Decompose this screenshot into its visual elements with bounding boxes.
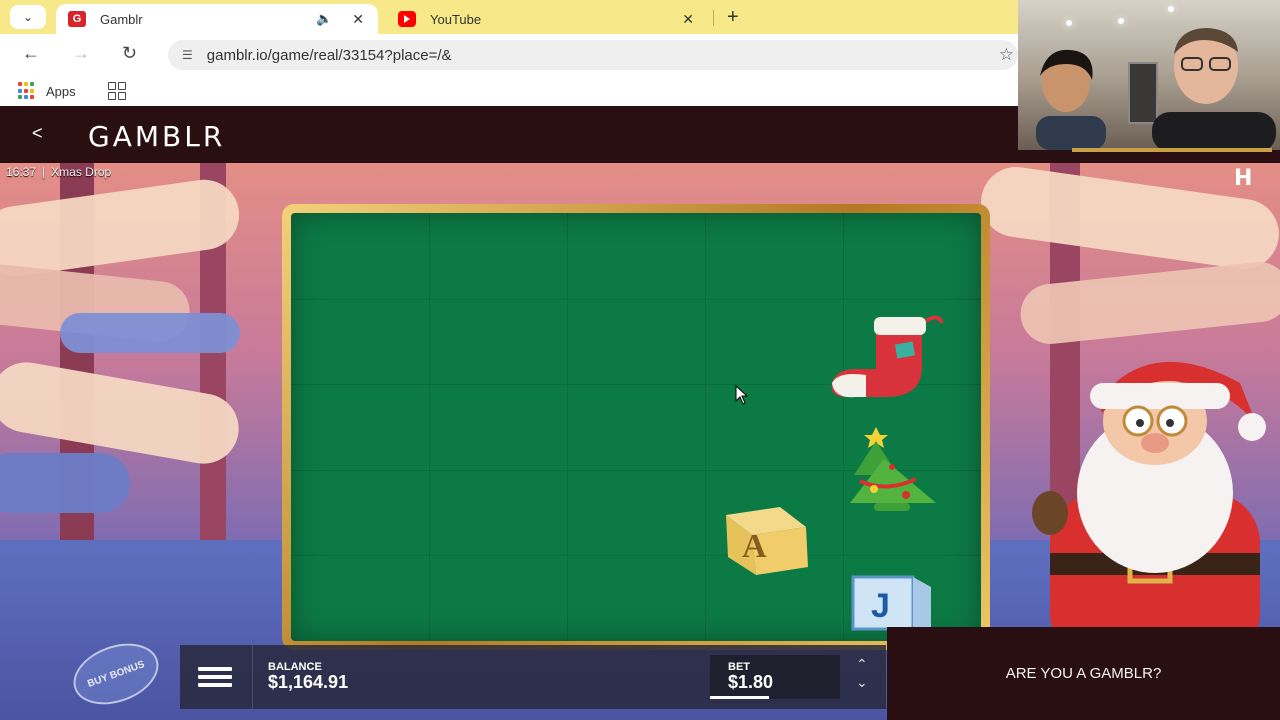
balance-value: $1,164.91 [268, 672, 349, 692]
site-settings-icon[interactable]: ☰ [182, 48, 193, 62]
game-hud: BALANCE $1,164.91 BET $1.80 ⌃ ⌄ [180, 645, 886, 709]
letter-block-a-icon: A [726, 507, 808, 575]
ceiling-light [1118, 18, 1124, 24]
site-back-button[interactable]: < [32, 123, 43, 144]
tab-divider [713, 10, 714, 26]
streamer-right [1152, 28, 1276, 150]
speaker-icon[interactable]: 🔈 [316, 11, 332, 27]
tab-gamblr[interactable]: G Gamblr 🔈 ✕ [56, 4, 378, 34]
streamer-left [1036, 49, 1106, 150]
close-tab-icon[interactable]: ✕ [682, 11, 694, 28]
reload-icon[interactable]: ↻ [122, 43, 137, 64]
game-clock: 16:37 [6, 165, 37, 179]
bet-display[interactable]: BET $1.80 [710, 655, 840, 699]
youtube-favicon-icon [398, 11, 416, 27]
apps-bookmark[interactable]: Apps [18, 82, 76, 100]
provider-logo[interactable]: H [1234, 168, 1258, 190]
reel-frame: A J [282, 204, 990, 650]
ceiling-light [1168, 6, 1174, 12]
bet-increase-chevron-icon[interactable]: ⌃ [856, 655, 868, 673]
gamblr-favicon-icon: G [68, 11, 86, 27]
browser-toolbar: ← → ↻ ☰ gamblr.io/game/real/33154?place=… [0, 34, 1018, 76]
snowy-branch [60, 313, 240, 353]
hamburger-menu-icon[interactable] [198, 667, 232, 687]
bet-value: $1.80 [728, 672, 774, 692]
block-j-letter: J [871, 587, 890, 625]
webcam-overlay [1018, 0, 1280, 150]
mouse-cursor-icon [735, 385, 749, 405]
chevron-down-icon: ⌄ [22, 10, 34, 24]
tab-search-button[interactable]: ⌄ [10, 5, 46, 29]
game-title: Xmas Drop [51, 165, 112, 179]
bet-decrease-chevron-icon[interactable]: ⌄ [856, 673, 868, 691]
christmas-tree-icon [850, 427, 936, 511]
tab-groups-icon[interactable] [108, 82, 126, 100]
reel-grid[interactable]: A J [291, 213, 981, 641]
block-a-letter: A [742, 528, 767, 565]
gamblr-logo[interactable]: GAMBLR [88, 120, 225, 153]
bookmarks-bar: Apps [0, 76, 1018, 106]
snowy-branch [0, 453, 130, 513]
apps-grid-icon [18, 82, 36, 100]
hud-divider [252, 645, 253, 709]
santa-character [1032, 361, 1266, 643]
webcam-border [1072, 148, 1272, 152]
close-tab-icon[interactable]: ✕ [352, 11, 364, 28]
tab-strip: ⌄ G Gamblr 🔈 ✕ YouTube ✕ + [0, 0, 1018, 34]
letter-block-j-icon: J [851, 575, 931, 631]
new-tab-plus-icon[interactable]: + [727, 6, 739, 29]
game-info-bar: 16:37 | Xmas Drop [6, 165, 112, 179]
tab-title: Gamblr [100, 11, 143, 27]
tab-youtube[interactable]: YouTube ✕ [386, 4, 708, 34]
forward-arrow-icon[interactable]: → [72, 43, 90, 64]
bet-level-bar [710, 696, 769, 699]
tab-title: YouTube [430, 11, 482, 27]
back-arrow-icon[interactable]: ← [22, 43, 40, 64]
apps-label: Apps [46, 83, 76, 99]
ceiling-light [1066, 20, 1072, 26]
bookmark-star-icon[interactable]: ☆ [999, 45, 1014, 65]
url-text[interactable]: gamblr.io/game/real/33154?place=/& [207, 47, 452, 64]
promo-banner[interactable]: ARE YOU A GAMBLR? [887, 627, 1280, 720]
stocking-icon [831, 315, 944, 398]
address-bar[interactable]: ☰ gamblr.io/game/real/33154?place=/& ☆ [168, 40, 1018, 70]
bet-stepper[interactable]: ⌃ ⌄ [856, 655, 868, 691]
